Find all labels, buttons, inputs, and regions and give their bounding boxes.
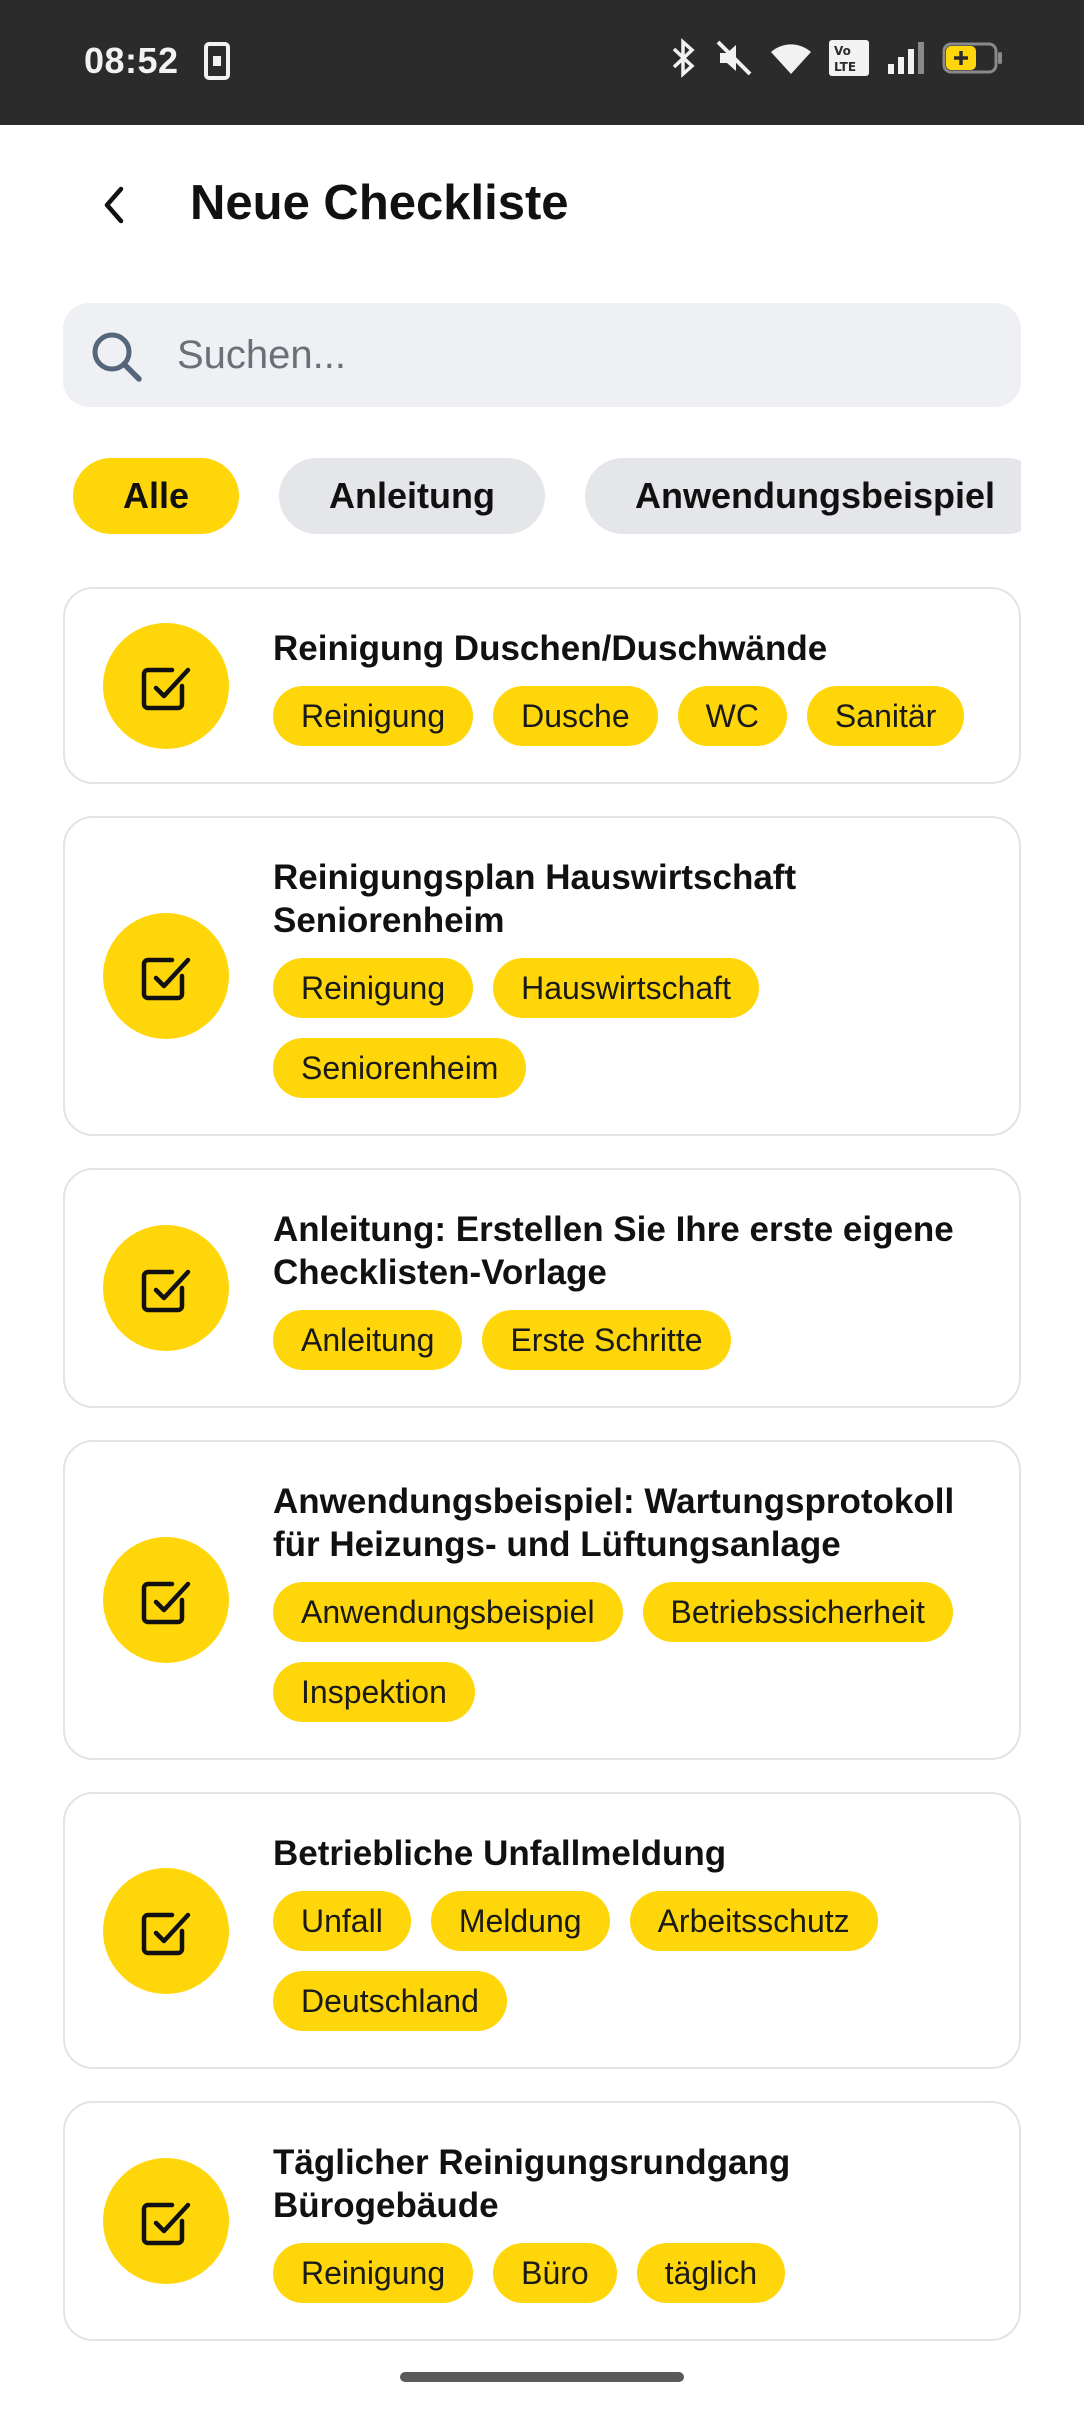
- tag: Meldung: [430, 1891, 610, 1951]
- battery-icon: [942, 40, 1004, 81]
- tag: Unfall: [273, 1891, 411, 1951]
- tag: Erste Schritte: [482, 1310, 731, 1370]
- tag: Betriebssicherheit: [642, 1582, 953, 1642]
- tag: Reinigung: [273, 686, 474, 746]
- checklist-card[interactable]: Anwendungsbeispiel: Wartungsprotokoll fü…: [63, 1440, 1021, 1760]
- search-input[interactable]: [177, 303, 977, 407]
- checkbox-icon: [103, 2158, 229, 2284]
- filter-chips: Alle Anleitung Anwendungsbeispiel: [63, 458, 1021, 534]
- tag: Reinigung: [273, 2243, 474, 2303]
- tag: Arbeitsschutz: [629, 1891, 878, 1951]
- search-icon: [87, 327, 147, 392]
- page-title: Neue Checkliste: [190, 176, 569, 230]
- tag: Seniorenheim: [273, 1038, 527, 1098]
- status-bar: 08:52 Vo LTE: [0, 0, 1084, 125]
- checkbox-icon: [103, 1867, 229, 1994]
- checklist-title: Betriebliche Unfallmeldung: [273, 1834, 727, 1873]
- checklist-card[interactable]: Reinigung Duschen/Duschwände Reinigung D…: [63, 587, 1021, 784]
- checklist-list: Reinigung Duschen/Duschwände Reinigung D…: [63, 587, 1021, 2347]
- tag-list: Anleitung Erste Schritte: [273, 1310, 979, 1370]
- app-header: Neue Checkliste: [0, 125, 1084, 285]
- filter-chip-anleitung[interactable]: Anleitung: [279, 458, 546, 534]
- mute-icon: [714, 38, 754, 83]
- svg-text:LTE: LTE: [834, 60, 856, 74]
- checklist-card[interactable]: Betriebliche Unfallmeldung Unfall Meldun…: [63, 1792, 1021, 2069]
- checklist-title: Reinigung Duschen/Duschwände: [273, 629, 828, 668]
- search-bar[interactable]: [63, 303, 1021, 407]
- phone-icon: [204, 42, 230, 85]
- tag: Anwendungsbeispiel: [273, 1582, 623, 1642]
- filter-chip-anwendungsbeispiel[interactable]: Anwendungsbeispiel: [585, 458, 1021, 534]
- checkbox-icon: [103, 1225, 229, 1351]
- checklist-card[interactable]: Reinigungsplan Hauswirtschaft Seniorenhe…: [63, 816, 1021, 1136]
- tag-list: Unfall Meldung Arbeitsschutz Deutschland: [273, 1891, 979, 2031]
- tag: Hauswirtschaft: [493, 958, 759, 1018]
- tag-list: Anwendungsbeispiel Betriebssicherheit In…: [273, 1582, 979, 1722]
- checkbox-icon: [103, 913, 229, 1039]
- checkbox-icon: [103, 622, 229, 749]
- checklist-title: Anwendungsbeispiel: Wartungsprotokoll fü…: [273, 1482, 955, 1564]
- tag-list: Reinigung Dusche WC Sanitär: [273, 686, 979, 746]
- wifi-icon: [770, 40, 812, 81]
- svg-text:Vo: Vo: [834, 44, 851, 58]
- home-indicator[interactable]: [400, 2372, 684, 2382]
- filter-chip-alle[interactable]: Alle: [73, 458, 240, 534]
- tag: Reinigung: [273, 958, 474, 1018]
- checklist-title: Täglicher Reinigungsrundgang Bürogebäude: [273, 2143, 791, 2225]
- checkbox-icon: [103, 1537, 229, 1663]
- tag: Deutschland: [273, 1971, 507, 2031]
- checklist-title: Reinigungsplan Hauswirtschaft Seniorenhe…: [273, 858, 797, 940]
- volte-icon: Vo LTE: [828, 39, 870, 82]
- tag: Anleitung: [273, 1310, 463, 1370]
- tag-list: Reinigung Büro täglich: [273, 2243, 979, 2303]
- checklist-title: Anleitung: Erstellen Sie Ihre erste eige…: [273, 1210, 954, 1292]
- tag: Büro: [493, 2243, 617, 2303]
- checklist-card[interactable]: Anleitung: Erstellen Sie Ihre erste eige…: [63, 1168, 1021, 1408]
- tag: täglich: [636, 2243, 786, 2303]
- status-time: 08:52: [84, 40, 179, 81]
- tag: Sanitär: [806, 686, 965, 746]
- checklist-card[interactable]: Täglicher Reinigungsrundgang Bürogebäude…: [63, 2101, 1021, 2341]
- tag: WC: [677, 686, 787, 746]
- bluetooth-icon: [668, 38, 698, 83]
- tag: Dusche: [493, 686, 658, 746]
- signal-icon: [886, 40, 926, 81]
- back-button[interactable]: [84, 175, 144, 235]
- tag: Inspektion: [273, 1662, 475, 1722]
- tag-list: Reinigung Hauswirtschaft Seniorenheim: [273, 958, 979, 1098]
